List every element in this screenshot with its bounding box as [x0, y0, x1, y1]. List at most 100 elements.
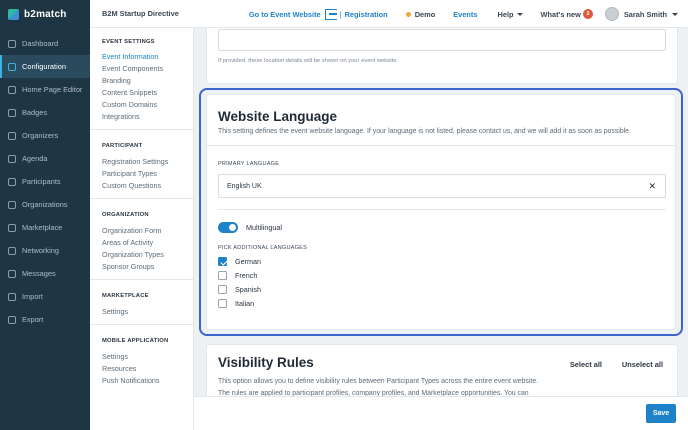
sidebar-item-label: Configuration [22, 62, 66, 71]
sidebar-item-dashboard[interactable]: Dashboard [0, 32, 90, 55]
subnav-item-integrations[interactable]: Integrations [90, 111, 193, 123]
sidebar-item-label: Home Page Editor [22, 85, 83, 94]
brand-name: b2match [24, 8, 67, 20]
sidebar-item-home-page-editor[interactable]: Home Page Editor [0, 78, 90, 101]
sidebar-item-marketplace[interactable]: Marketplace [0, 216, 90, 239]
dashboard-icon [8, 39, 16, 48]
brand[interactable]: b2match [0, 0, 90, 28]
header-separator: | [339, 9, 342, 19]
subnav-item-custom-questions[interactable]: Custom Questions [90, 180, 193, 192]
primary-language-select[interactable]: English UK ✕ [218, 174, 666, 198]
language-option-spanish[interactable]: Spanish [218, 285, 261, 294]
sidebar-item-networking[interactable]: Networking [0, 239, 90, 262]
visibility-rules-title: Visibility Rules [218, 355, 314, 370]
header-actions: Go to Event Website | Registration Demo … [249, 0, 688, 28]
website-language-description: This setting defines the event website l… [218, 128, 631, 135]
language-option-german[interactable]: German [218, 257, 261, 266]
unselect-all-button[interactable]: Unselect all [622, 360, 663, 369]
whats-new-label: What's new [540, 9, 581, 19]
subnav-item-event-information[interactable]: Event Information [90, 51, 193, 63]
language-option-label: Italian [235, 299, 255, 308]
avatar [604, 7, 619, 21]
external-link-icon [324, 8, 337, 20]
sidebar-item-organizations[interactable]: Organizations [0, 193, 90, 216]
toggle-knob [229, 224, 236, 231]
clear-icon[interactable]: ✕ [648, 181, 656, 191]
organizers-icon [8, 131, 16, 140]
field-divider [218, 209, 666, 210]
help-menu[interactable]: Help [498, 10, 523, 19]
demo-status[interactable]: Demo [405, 9, 436, 19]
users-icon [8, 177, 16, 186]
subnav-item-custom-domains[interactable]: Custom Domains [90, 99, 193, 111]
checkbox-checked-icon[interactable] [218, 257, 227, 266]
select-all-button[interactable]: Select all [570, 360, 602, 369]
top-header: B2M Startup Directive Go to Event Websit… [90, 0, 688, 28]
language-option-french[interactable]: French [218, 271, 257, 280]
subnav-item-marketplace-settings[interactable]: Settings [90, 306, 193, 318]
help-label: Help [497, 9, 514, 19]
sidebar-item-label: Organizers [22, 131, 59, 140]
subnav-item-areas-of-activity[interactable]: Areas of Activity [90, 237, 193, 249]
subnav-item-event-components[interactable]: Event Components [90, 63, 193, 75]
subnav-item-push-notifications[interactable]: Push Notifications [90, 375, 193, 387]
subnav-item-resources[interactable]: Resources [90, 363, 193, 375]
sidebar-item-participants[interactable]: Participants [0, 170, 90, 193]
sidebar-item-label: Dashboard [22, 39, 59, 48]
event-website-link[interactable]: Go to Event Website [249, 8, 337, 20]
events-link[interactable]: Events [453, 10, 477, 19]
website-language-card: Website Language This setting defines th… [206, 94, 676, 330]
multilingual-row: Multilingual [218, 222, 282, 233]
badge-icon [8, 108, 16, 117]
whats-new-button[interactable]: What's new 3 [541, 9, 593, 19]
status-dot-icon [405, 11, 411, 17]
subnav-item-registration-settings[interactable]: Registration Settings [90, 156, 193, 168]
sidebar-item-messages[interactable]: Messages [0, 262, 90, 285]
language-option-label: Spanish [235, 285, 261, 294]
building-icon [8, 200, 16, 209]
registration-link[interactable]: Registration [345, 10, 388, 19]
checkbox-icon[interactable] [218, 271, 227, 280]
language-option-label: French [235, 271, 258, 280]
sidebar-item-badges[interactable]: Badges [0, 101, 90, 124]
subnav-item-content-snippets[interactable]: Content Snippets [90, 87, 193, 99]
checkbox-icon[interactable] [218, 299, 227, 308]
visibility-actions: Select all Unselect all [570, 360, 663, 369]
save-footer: Save [194, 396, 688, 430]
subnav-item-participant-types[interactable]: Participant Types [90, 168, 193, 180]
location-hint: If provided, these location details will… [218, 58, 399, 64]
subnav-item-branding[interactable]: Branding [90, 75, 193, 87]
user-menu[interactable]: Sarah Smith [604, 7, 678, 21]
demo-label: Demo [414, 9, 436, 19]
gear-icon [8, 62, 16, 71]
sidebar-item-import[interactable]: Import [0, 285, 90, 308]
multilingual-toggle[interactable] [218, 222, 238, 233]
export-icon [8, 315, 16, 324]
b2match-logo-icon [8, 8, 19, 20]
settings-subnav: EVENT SETTINGS Event Information Event C… [90, 28, 194, 430]
location-card: If provided, these location details will… [206, 28, 678, 84]
subnav-item-organization-types[interactable]: Organization Types [90, 249, 193, 261]
subnav-item-organization-form[interactable]: Organization Form [90, 225, 193, 237]
event-name: B2M Startup Directive [102, 9, 179, 18]
subnav-item-mobile-settings[interactable]: Settings [90, 351, 193, 363]
subnav-item-sponsor-groups[interactable]: Sponsor Groups [90, 261, 193, 273]
sidebar-item-label: Marketplace [22, 223, 63, 232]
checkbox-icon[interactable] [218, 285, 227, 294]
calendar-icon [8, 154, 16, 163]
sidebar-item-organizers[interactable]: Organizers [0, 124, 90, 147]
language-option-italian[interactable]: Italian [218, 299, 254, 308]
sidebar-nav: Dashboard Configuration Home Page Editor… [0, 32, 90, 331]
primary-language-label: PRIMARY LANGUAGE [218, 161, 280, 167]
sidebar-item-agenda[interactable]: Agenda [0, 147, 90, 170]
location-details-input[interactable] [218, 29, 666, 51]
home-page-icon [8, 85, 16, 94]
user-name: Sarah Smith [623, 9, 667, 19]
sidebar-item-configuration[interactable]: Configuration [0, 55, 90, 78]
sidebar-item-label: Badges [22, 108, 48, 117]
sidebar-item-export[interactable]: Export [0, 308, 90, 331]
language-option-label: German [235, 257, 261, 266]
chevron-down-icon [672, 12, 678, 16]
save-button[interactable]: Save [646, 404, 676, 423]
visibility-description-line: This option allows you to define visibil… [218, 378, 539, 385]
